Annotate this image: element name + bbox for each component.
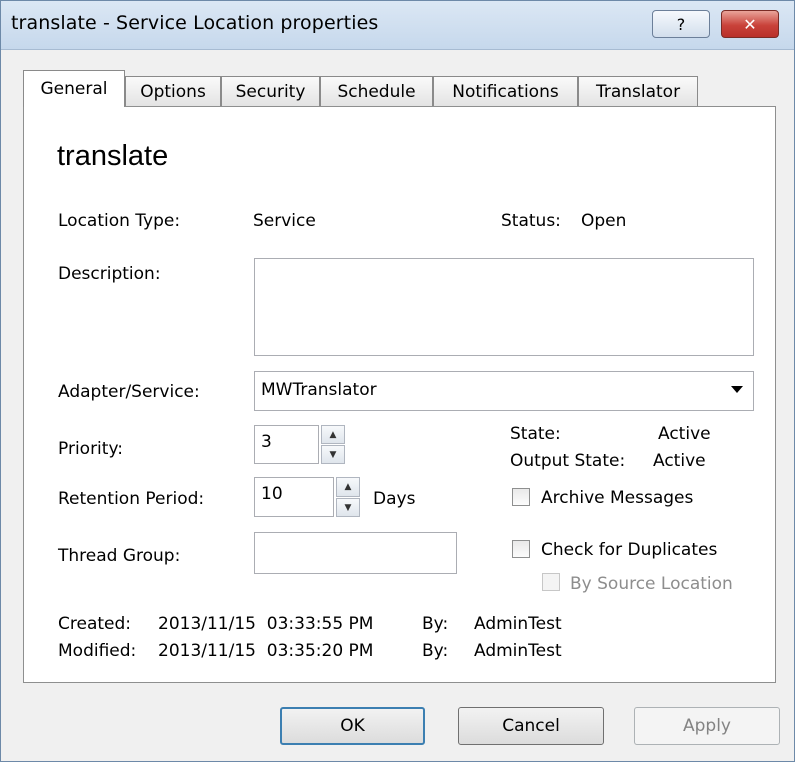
output-state-value: Active [653,451,706,471]
location-type-value: Service [253,211,316,231]
by-source-location-label: By Source Location [570,574,733,594]
general-tab-panel: translate Location Type: Service Status:… [23,106,776,683]
priority-field[interactable]: 3 [254,425,319,464]
window-title: translate - Service Location properties [11,12,379,34]
state-value: Active [658,424,711,444]
thread-group-label: Thread Group: [58,546,181,566]
apply-label: Apply [683,716,731,736]
retention-unit: Days [373,489,416,509]
cancel-label: Cancel [502,716,560,736]
priority-value: 3 [261,432,272,452]
created-value: 2013/11/15 03:33:55 PM [158,614,374,634]
retention-period-field[interactable]: 10 [254,477,334,517]
priority-label: Priority: [58,439,123,459]
tab-label: Schedule [337,81,416,102]
spin-up-icon[interactable]: ▲ [321,425,345,444]
status-value: Open [581,211,627,231]
tab-label: Security [235,81,306,102]
help-icon: ? [676,14,686,34]
modified-value: 2013/11/15 03:35:20 PM [158,641,374,661]
close-button[interactable]: ✕ [721,10,779,38]
status-label: Status: [501,211,561,231]
adapter-service-select[interactable]: MWTranslator [254,371,754,411]
archive-messages-label: Archive Messages [541,488,694,508]
thread-group-field[interactable] [254,532,457,574]
spin-down-icon[interactable]: ▼ [336,498,360,517]
tab-label: Options [140,81,206,102]
dialog-window: translate - Service Location properties … [0,0,795,762]
by-source-location-checkbox[interactable] [542,573,560,591]
created-by-value: AdminTest [474,614,562,634]
location-name-heading: translate [57,140,169,172]
tab-schedule[interactable]: Schedule [320,76,433,106]
cancel-button[interactable]: Cancel [458,707,604,745]
tab-label: Notifications [452,81,559,102]
check-duplicates-checkbox[interactable] [512,540,530,558]
apply-button[interactable]: Apply [634,707,780,745]
created-by-label: By: [422,614,449,634]
ok-button[interactable]: OK [280,707,425,745]
tab-label: General [40,79,108,99]
tab-translator[interactable]: Translator [578,76,698,106]
close-icon: ✕ [743,14,757,34]
modified-by-label: By: [422,641,449,661]
chevron-down-icon [731,386,743,393]
modified-label: Modified: [58,641,137,661]
check-duplicates-label: Check for Duplicates [541,540,718,560]
help-button[interactable]: ? [652,10,710,38]
spin-up-icon[interactable]: ▲ [336,477,360,497]
state-label: State: [510,424,561,444]
output-state-label: Output State: [510,451,626,471]
description-field[interactable] [254,258,754,356]
tab-security[interactable]: Security [221,76,320,106]
tab-label: Translator [595,81,681,102]
title-bar[interactable]: translate - Service Location properties … [1,1,794,50]
archive-messages-checkbox[interactable] [512,488,530,506]
ok-label: OK [340,716,365,736]
tab-general[interactable]: General [23,70,125,107]
retention-period-value: 10 [261,484,283,504]
created-label: Created: [58,614,132,634]
description-label: Description: [58,264,161,284]
adapter-service-label: Adapter/Service: [58,382,200,402]
spin-down-icon[interactable]: ▼ [321,445,345,464]
location-type-label: Location Type: [58,211,181,231]
tab-options[interactable]: Options [125,76,221,106]
tab-notifications[interactable]: Notifications [433,76,578,106]
adapter-service-value: MWTranslator [261,380,377,400]
retention-period-label: Retention Period: [58,489,205,509]
modified-by-value: AdminTest [474,641,562,661]
